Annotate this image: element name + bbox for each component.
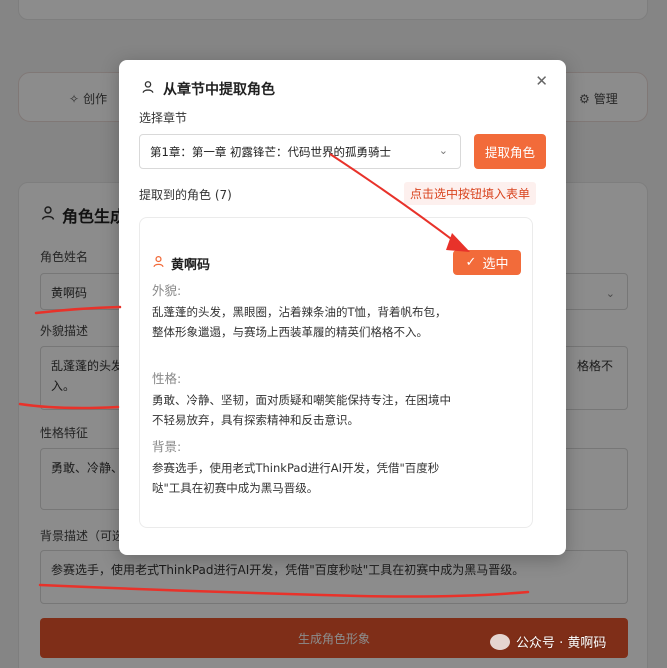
modal-title: 从章节中提取角色 [141,79,275,99]
close-icon[interactable]: ✕ [535,72,548,90]
user-icon [141,80,155,98]
chevron-down-icon: ⌄ [438,144,448,157]
chapter-value: 第1章：第一章 初露锋芒：代码世界的孤勇骑士 [150,145,391,159]
appearance-text: 乱蓬蓬的头发，黑眼圈，沾着辣条油的T恤，背着帆布包，整体形象邋遢，与赛场上西装革… [152,305,447,339]
check-icon: ✓ [465,255,477,270]
appearance-section-label: 外貌: [152,283,182,298]
background-text: 参赛选手，使用老式ThinkPad进行AI开发，凭借"百度秒哒"工具在初赛中成为… [152,461,440,495]
wechat-icon [490,633,510,650]
personality-section-label: 性格: [152,371,182,386]
chapter-label: 选择章节 [139,111,188,125]
background-section-label: 背景: [152,439,182,454]
character-name: 黄啊码 [152,254,210,273]
chapter-select[interactable]: 第1章：第一章 初露锋芒：代码世界的孤勇骑士 ⌄ [139,134,461,169]
watermark-text: 公众号 · 黄啊码 [516,636,607,651]
select-button-label: 选中 [482,257,509,272]
extract-character-modal: 从章节中提取角色 ✕ 选择章节 第1章：第一章 初露锋芒：代码世界的孤勇骑士 ⌄… [119,60,566,555]
character-card: 黄啊码 ✓ 选中 外貌: 乱蓬蓬的头发，黑眼圈，沾着辣条油的T恤，背着帆布包，整… [139,217,533,528]
character-name-text: 黄啊码 [171,258,211,273]
annotation-callout: 点击选中按钮填入表单 [404,182,537,205]
extract-character-button[interactable]: 提取角色 [474,134,546,169]
user-icon [152,255,165,272]
modal-title-text: 从章节中提取角色 [163,82,275,98]
select-character-button[interactable]: ✓ 选中 [453,250,521,275]
watermark: 公众号 · 黄啊码 [490,632,606,651]
extracted-count-label: 提取到的角色 (7) [139,188,232,202]
personality-text: 勇敢、冷静、坚韧，面对质疑和嘲笑能保持专注，在困境中不轻易放弃，具有探索精神和反… [152,393,451,427]
